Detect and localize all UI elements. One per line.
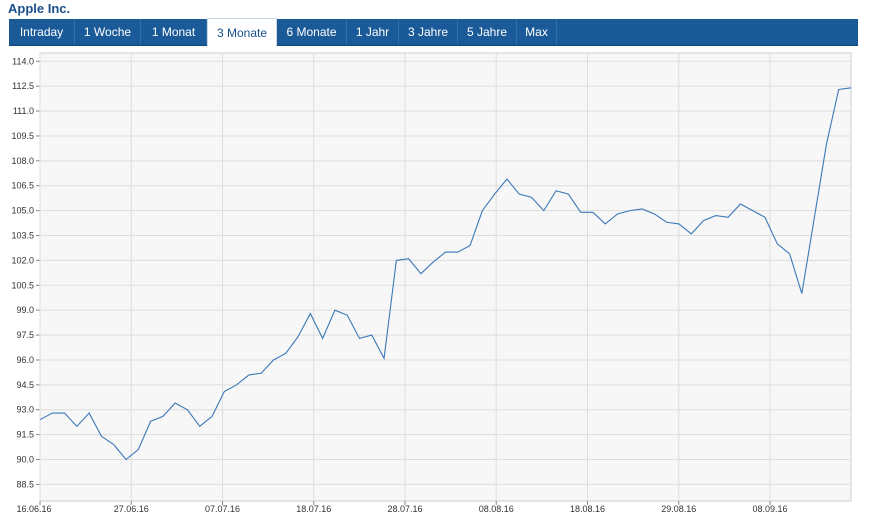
y-tick-label: 88.5 (16, 479, 34, 489)
x-axis-labels: 16.06.16 27.06.16 07.07.16 18.07.16 28.07.16… (16, 504, 787, 514)
y-tick-label: 93.0 (16, 405, 34, 415)
y-tick-label: 96.0 (16, 355, 34, 365)
y-tick-label: 105.0 (11, 206, 34, 216)
y-tick-label: 108.0 (11, 156, 34, 166)
y-tick-label: 91.5 (16, 430, 34, 440)
y-tick-label: 99.0 (16, 305, 34, 315)
x-tick-label: 07.07.16 (205, 504, 240, 514)
y-tick-label: 90.0 (16, 455, 34, 465)
x-tick-label: 29.08.16 (661, 504, 696, 514)
x-tick-label: 28.07.16 (387, 504, 422, 514)
y-tick-label: 114.0 (12, 56, 34, 66)
x-tick-label: 18.08.16 (570, 504, 605, 514)
x-tick-label: 18.07.16 (296, 504, 331, 514)
y-axis-labels: 114.0 112.5 111.0 109.5 108.0 106.5 105.0 103.5… (11, 56, 34, 489)
x-tick-label: 27.06.16 (114, 504, 149, 514)
y-tick-label: 112.5 (12, 81, 34, 91)
price-chart: 114.0 112.5 111.0 109.5 108.0 106.5 105.0 103.5… (11, 52, 852, 514)
y-tick-label: 109.5 (11, 131, 34, 141)
y-tick-label: 106.5 (11, 181, 34, 191)
y-tick-label: 103.5 (11, 231, 34, 241)
y-tick-label: 100.5 (11, 280, 34, 290)
x-tick-label: 16.06.16 (16, 504, 51, 514)
x-tick-label: 08.09.16 (752, 504, 787, 514)
x-tick-label: 08.08.16 (479, 504, 514, 514)
plot-area (39, 52, 852, 502)
y-tick-label: 94.5 (16, 380, 34, 390)
y-tick-label: 102.0 (11, 255, 34, 265)
y-tick-label: 111.0 (13, 106, 34, 116)
y-tick-label: 97.5 (16, 330, 34, 340)
